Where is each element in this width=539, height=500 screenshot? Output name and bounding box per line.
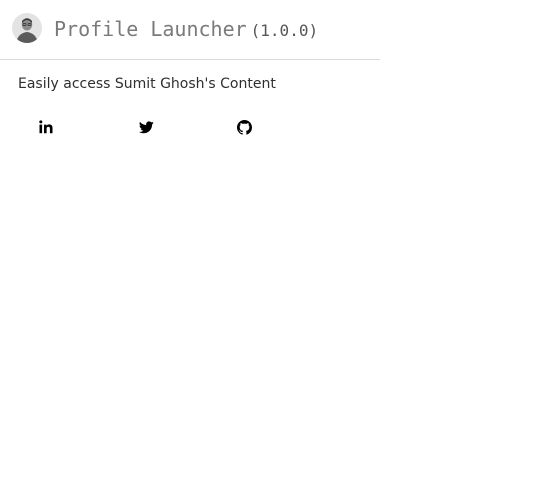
twitter-icon bbox=[138, 120, 154, 133]
twitter-link[interactable] bbox=[133, 114, 159, 140]
profile-links bbox=[0, 114, 300, 140]
github-icon bbox=[236, 119, 252, 135]
description-text: Easily access Sumit Ghosh's Content bbox=[18, 76, 276, 92]
page-title: Profile Launcher (1.0.0) bbox=[54, 16, 318, 44]
app-version: (1.0.0) bbox=[250, 21, 319, 40]
extension-popup: Profile Launcher (1.0.0) Easily access Su… bbox=[0, 0, 380, 500]
avatar bbox=[12, 13, 42, 43]
linkedin-link[interactable] bbox=[33, 114, 59, 140]
linkedin-icon bbox=[39, 120, 53, 134]
github-link[interactable] bbox=[231, 114, 257, 140]
app-title: Profile Launcher bbox=[54, 17, 247, 41]
avatar-image bbox=[12, 13, 42, 43]
popup-header: Profile Launcher (1.0.0) bbox=[0, 0, 380, 60]
